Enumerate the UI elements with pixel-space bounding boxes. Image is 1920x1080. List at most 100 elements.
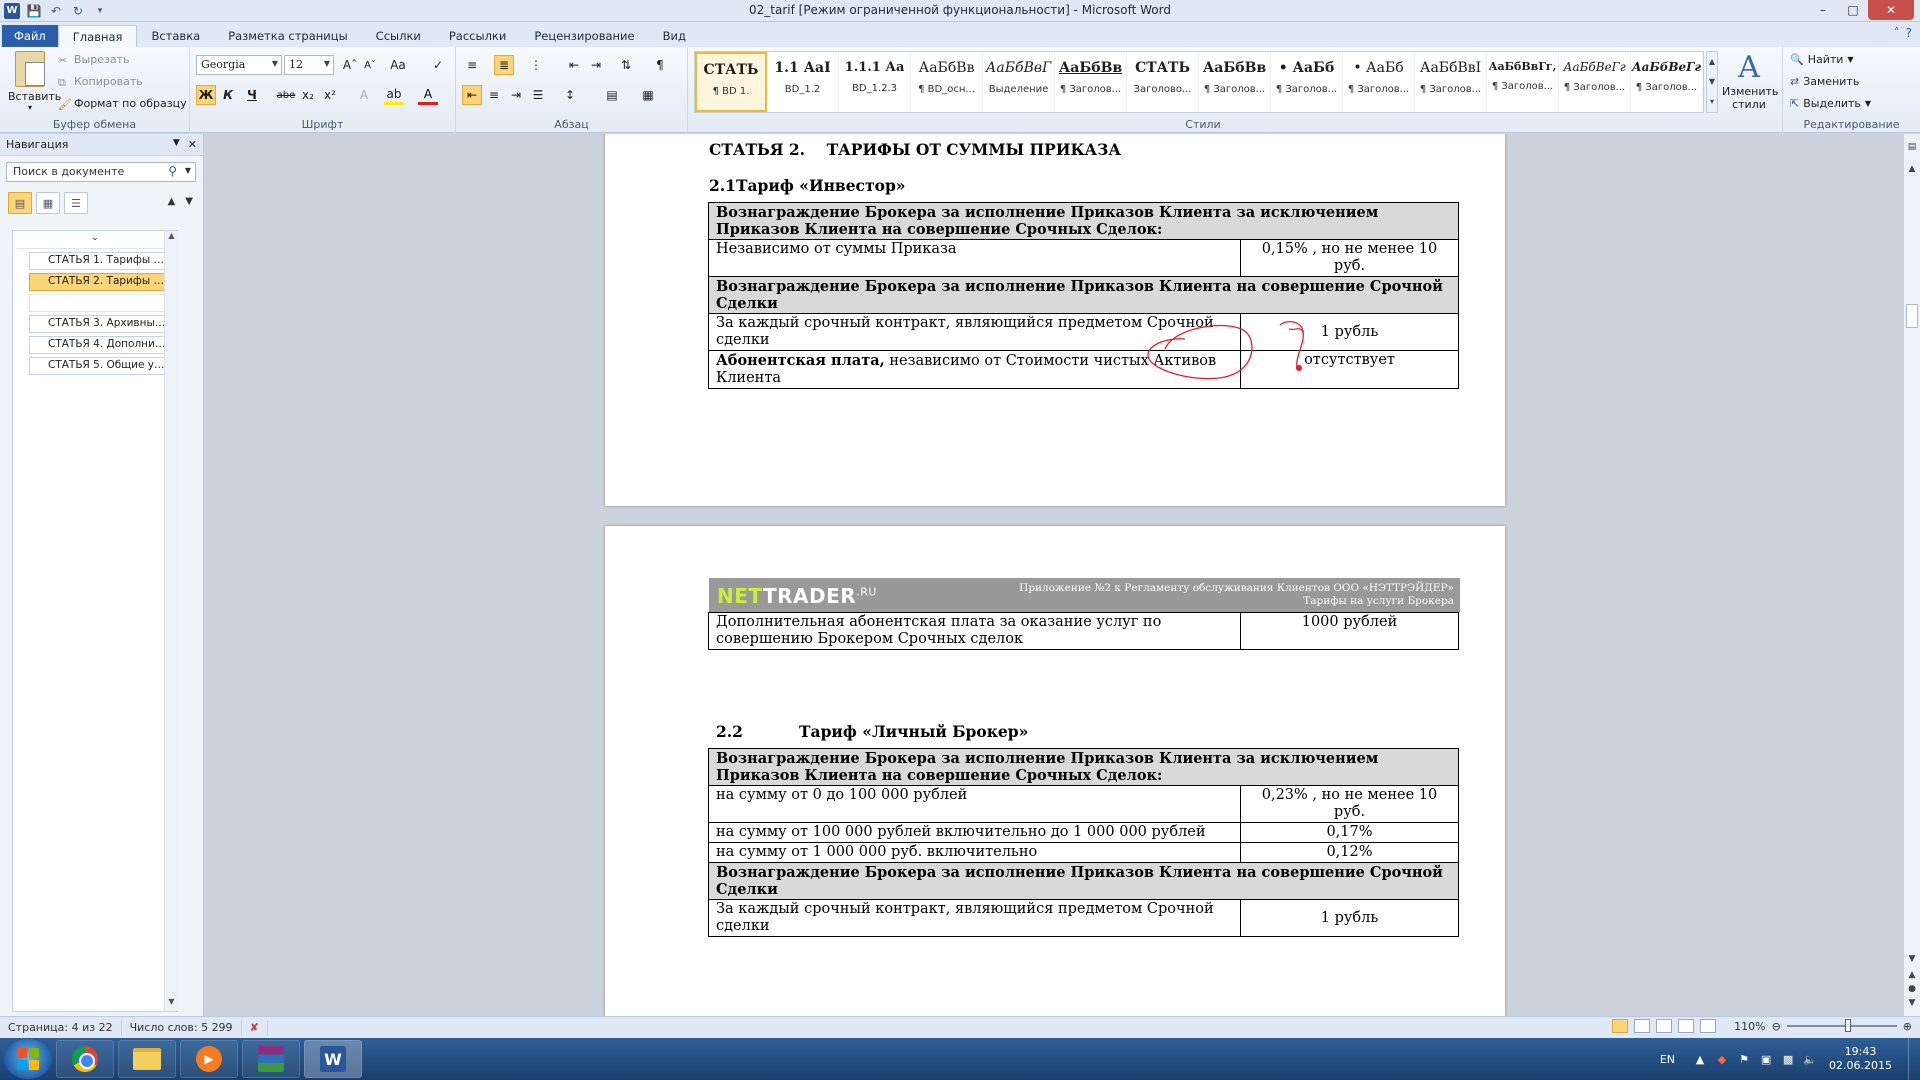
paste-dropdown-icon[interactable]: ▾	[8, 103, 52, 112]
word-count[interactable]: Число слов: 5 299	[122, 1019, 242, 1036]
volume-icon[interactable]: 🔈	[1803, 1052, 1817, 1066]
search-icon[interactable]: ⚲	[168, 164, 177, 178]
justify-icon[interactable]: ☰	[528, 85, 548, 105]
zoom-out-icon[interactable]: ⊖	[1772, 1020, 1781, 1033]
app-tray-icon[interactable]: ◆	[1715, 1052, 1729, 1066]
style-item[interactable]: АаБбВеГг ¶ Заголов...	[1631, 52, 1704, 112]
full-screen-reading-icon[interactable]	[1634, 1019, 1651, 1033]
outline-view-icon[interactable]	[1678, 1019, 1695, 1033]
zoom-in-icon[interactable]: ⊕	[1903, 1020, 1912, 1033]
help-icon[interactable]: ?	[1906, 26, 1912, 40]
superscript-button[interactable]: x²	[320, 85, 340, 105]
style-item[interactable]: 1.1.1 Аа BD_1.2.3	[839, 52, 912, 112]
previous-page-icon[interactable]: ▲	[1904, 970, 1920, 980]
print-layout-icon[interactable]	[1612, 1019, 1629, 1033]
tab-references[interactable]: Ссылки	[362, 25, 435, 47]
action-center-icon[interactable]: ⚑	[1737, 1052, 1751, 1066]
cut-button[interactable]: ✂ Вырезать	[58, 53, 129, 67]
results-view-icon[interactable]: ☰	[64, 192, 88, 214]
chevron-down-icon[interactable]: ▼	[1707, 72, 1717, 92]
line-spacing-icon[interactable]: ↕	[560, 85, 580, 105]
highlight-icon[interactable]: ab	[384, 85, 404, 105]
tab-review[interactable]: Рецензирование	[520, 25, 648, 47]
grow-font-icon[interactable]: Aˆ	[340, 55, 360, 75]
zoom-slider[interactable]	[1786, 1019, 1897, 1032]
style-item[interactable]: АаБбВвІ ¶ Заголов...	[1415, 52, 1488, 112]
font-family-select[interactable]: Georgia ▼	[196, 55, 282, 75]
start-button[interactable]	[4, 1039, 52, 1079]
tab-home[interactable]: Главная	[57, 25, 138, 47]
underline-button[interactable]: Ч	[242, 85, 262, 105]
document-search-input[interactable]: Поиск в документе ⚲ ▼	[6, 162, 196, 182]
style-item[interactable]: АаБбВеГг ¶ Заголов...	[1559, 52, 1632, 112]
tab-file[interactable]: Файл	[2, 25, 58, 47]
bold-button[interactable]: Ж	[196, 85, 216, 105]
style-item[interactable]: АаБбВв ¶ Заголов...	[1055, 52, 1128, 112]
scroll-thumb[interactable]	[1906, 304, 1918, 328]
taskbar-word[interactable]: W	[304, 1040, 362, 1078]
style-item[interactable]: • АаБб ¶ Заголов...	[1271, 52, 1344, 112]
document-scrollbar[interactable]: ▤ ▲ ▼ ▲ ● ▼	[1903, 134, 1920, 1016]
document-area[interactable]: СТАТЬЯ 2. ТАРИФЫ ОТ СУММЫ ПРИКАЗА 2.1Тар…	[205, 134, 1903, 1016]
show-desktop-button[interactable]	[1908, 1038, 1920, 1080]
chevron-up-icon[interactable]: ▲	[1904, 164, 1920, 174]
text-effects-icon[interactable]: A	[354, 85, 374, 105]
style-item[interactable]: 1.1 АаІ BD_1.2	[767, 52, 840, 112]
maximize-icon[interactable]: □	[1838, 0, 1868, 20]
close-icon[interactable]: ✕	[1868, 0, 1914, 20]
chevron-up-icon[interactable]: ▲	[165, 231, 178, 245]
style-item[interactable]: • АаБб ¶ Заголов...	[1343, 52, 1416, 112]
style-item[interactable]: СТАТЬ ¶ BD 1.	[695, 52, 768, 112]
word-app-icon[interactable]: W	[4, 2, 20, 19]
subscript-button[interactable]: x₂	[298, 85, 318, 105]
save-icon[interactable]: 💾	[26, 3, 42, 19]
nav-heading-item[interactable]: СТАТЬЯ 5. Общие усло...	[29, 357, 173, 375]
taskbar-winrar[interactable]	[242, 1040, 300, 1078]
tab-mailings[interactable]: Рассылки	[435, 25, 520, 47]
style-item[interactable]: АаБбВв ¶ BD_осн...	[911, 52, 984, 112]
increase-indent-icon[interactable]: ⇥	[586, 55, 606, 75]
draft-view-icon[interactable]	[1700, 1019, 1717, 1033]
taskbar-media-player[interactable]: ▶	[180, 1040, 238, 1078]
change-case-icon[interactable]: Aa	[388, 55, 408, 75]
style-item[interactable]: АаБбВвГ Выделение	[983, 52, 1056, 112]
web-layout-icon[interactable]	[1656, 1019, 1673, 1033]
undo-icon[interactable]: ↶	[48, 3, 64, 19]
tab-page-layout[interactable]: Разметка страницы	[214, 25, 361, 47]
styles-scroll[interactable]: ▲ ▼ ▾	[1706, 51, 1718, 113]
numbering-icon[interactable]: ≣	[494, 55, 514, 75]
align-left-icon[interactable]: ⇤	[462, 85, 482, 105]
chevron-down-icon[interactable]: ▼	[185, 166, 191, 175]
show-hidden-icons-icon[interactable]: ▲	[1693, 1052, 1707, 1066]
decrease-indent-icon[interactable]: ⇤	[564, 55, 584, 75]
network-icon[interactable]: ▩	[1781, 1052, 1795, 1066]
headings-view-icon[interactable]: ▤	[8, 192, 32, 214]
align-center-icon[interactable]: ≡	[484, 85, 504, 105]
language-indicator[interactable]: EN	[1660, 1053, 1675, 1066]
replace-button[interactable]: ⇄ Заменить	[1790, 75, 1859, 88]
paste-button[interactable]: Вставить ▾	[8, 51, 61, 112]
next-page-icon[interactable]: ▼	[1904, 998, 1920, 1008]
minimize-icon[interactable]: –	[1808, 0, 1838, 20]
sort-icon[interactable]: ⇅	[616, 55, 636, 75]
shading-icon[interactable]: ▤	[602, 85, 622, 105]
device-icon[interactable]: ▣	[1759, 1052, 1773, 1066]
tab-insert[interactable]: Вставка	[137, 25, 214, 47]
multilevel-list-icon[interactable]: ⋮	[526, 55, 546, 75]
next-heading-icon[interactable]: ▼	[185, 196, 193, 207]
customize-qat-icon[interactable]: ▾	[92, 3, 108, 19]
nav-heading-item[interactable]: СТАТЬЯ 3. Архивные Т...	[29, 315, 173, 333]
change-styles-button[interactable]: A Изменить стили	[1722, 51, 1778, 112]
nav-heading-item[interactable]: СТАТЬЯ 2. Тарифы от с...	[29, 273, 173, 291]
font-size-select[interactable]: 12 ▼	[284, 55, 334, 75]
clear-formatting-icon[interactable]: ✓	[428, 55, 448, 75]
document-page[interactable]: СТАТЬЯ 2. ТАРИФЫ ОТ СУММЫ ПРИКАЗА 2.1Тар…	[605, 134, 1505, 506]
tab-view[interactable]: Вид	[649, 25, 700, 47]
browse-object-icon[interactable]: ●	[1904, 984, 1920, 994]
close-icon[interactable]: ✕	[188, 138, 197, 151]
font-color-icon[interactable]: A	[418, 85, 438, 105]
copy-button[interactable]: ⧉ Копировать	[58, 75, 143, 89]
redo-icon[interactable]: ↻	[70, 3, 86, 19]
select-button[interactable]: ⇱ Выделить ▼	[1790, 97, 1871, 110]
more-styles-icon[interactable]: ▾	[1707, 92, 1717, 112]
